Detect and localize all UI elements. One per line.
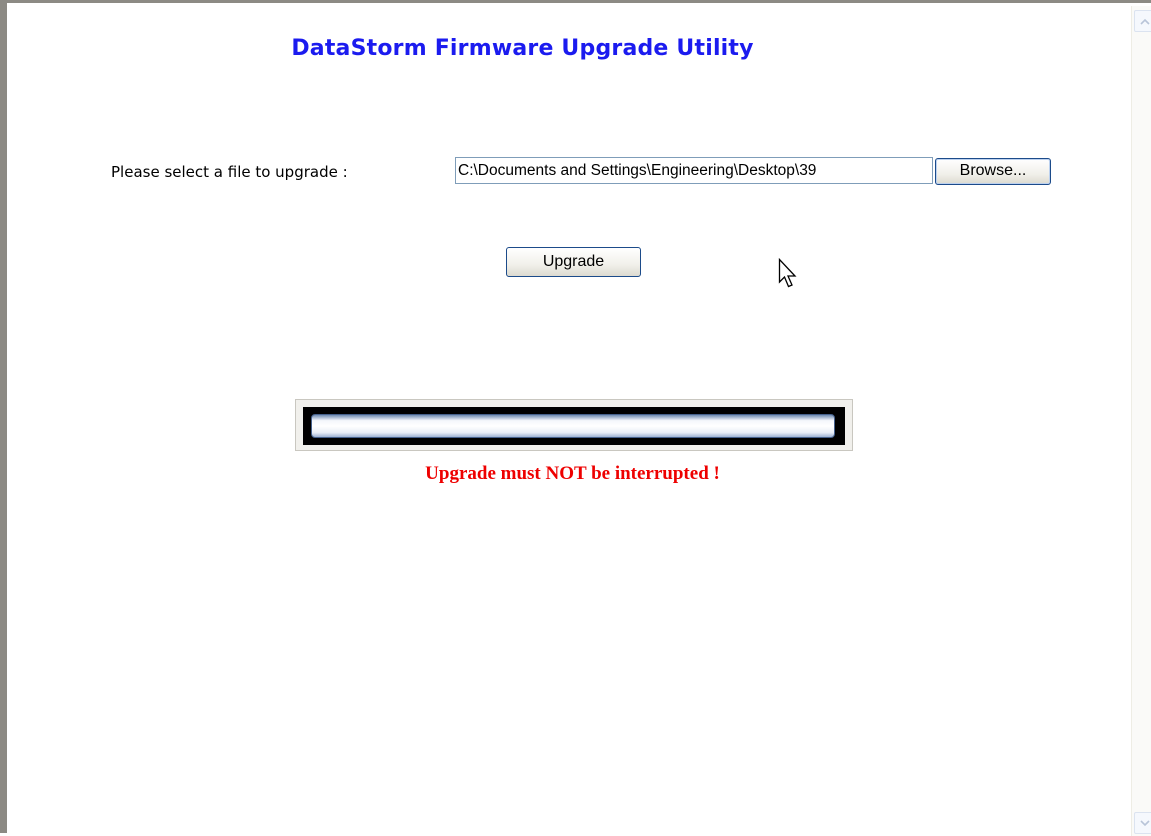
interrupt-warning: Upgrade must NOT be interrupted !	[14, 463, 1131, 485]
upgrade-progress-bar	[295, 399, 853, 451]
progress-frame	[303, 407, 845, 445]
mouse-pointer-icon	[778, 258, 797, 288]
page-content: DataStorm Firmware Upgrade Utility Pleas…	[14, 6, 1131, 836]
vertical-scrollbar[interactable]	[1131, 6, 1151, 836]
browse-button[interactable]: Browse...	[935, 158, 1051, 185]
file-select-label: Please select a file to upgrade :	[111, 163, 348, 181]
chevron-up-icon[interactable]	[1134, 10, 1151, 32]
upgrade-button[interactable]: Upgrade	[506, 247, 641, 277]
file-path-input[interactable]: C:\Documents and Settings\Engineering\De…	[455, 157, 933, 184]
progress-track	[311, 414, 835, 438]
chevron-down-icon[interactable]	[1134, 812, 1151, 834]
page-title: DataStorm Firmware Upgrade Utility	[14, 36, 1131, 61]
interrupt-warning-text: Upgrade must NOT be interrupted !	[425, 463, 720, 484]
browser-window: DataStorm Firmware Upgrade Utility Pleas…	[0, 0, 1151, 836]
page-title-text: DataStorm Firmware Upgrade Utility	[291, 36, 754, 61]
